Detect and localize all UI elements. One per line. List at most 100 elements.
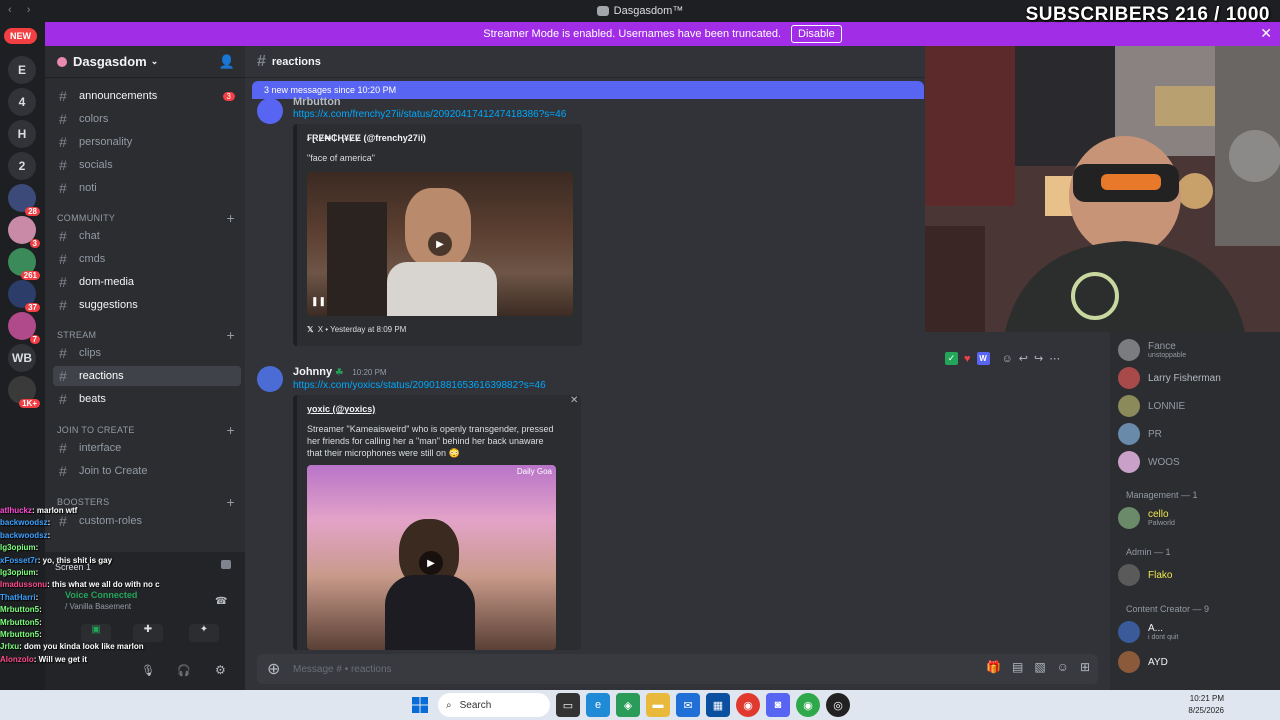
- apps-icon[interactable]: ⊞: [1080, 660, 1090, 674]
- member-item[interactable]: Fance unstoppable: [1118, 338, 1278, 362]
- close-embed-icon[interactable]: ✕: [570, 395, 578, 406]
- channel-item[interactable]: # announcements 3: [53, 86, 241, 106]
- video-player[interactable]: ▶ ❚❚: [307, 172, 573, 316]
- server-icon[interactable]: 7: [8, 312, 40, 344]
- chrome-alt-icon[interactable]: ◉: [796, 693, 820, 717]
- add-channel-icon[interactable]: +: [227, 422, 235, 438]
- server-label: WB: [12, 351, 32, 365]
- popout-icon[interactable]: [221, 560, 231, 569]
- video-player[interactable]: Daily Goa ▶: [307, 465, 556, 650]
- message-link[interactable]: https://x.com/yoxics/status/209018816536…: [293, 380, 546, 391]
- play-icon[interactable]: ▶: [428, 232, 452, 256]
- member-item[interactable]: A... i dont quit: [1118, 620, 1278, 644]
- server-icon[interactable]: 2: [8, 152, 36, 180]
- windows-start-icon[interactable]: [408, 693, 432, 717]
- add-attachment-icon[interactable]: ⊕: [267, 659, 280, 679]
- file-explorer-icon[interactable]: ▬: [646, 693, 670, 717]
- server-icon[interactable]: 28: [8, 184, 40, 216]
- system-clock[interactable]: 10:21 PM 8/25/2026: [1188, 693, 1224, 717]
- discord-taskbar-icon[interactable]: ◙: [766, 693, 790, 717]
- message-author[interactable]: Johnny: [293, 366, 332, 378]
- pause-icon[interactable]: ❚❚: [311, 296, 326, 307]
- disable-button[interactable]: Disable: [791, 25, 842, 43]
- channel-item[interactable]: # colors: [53, 109, 241, 129]
- channel-item[interactable]: # Join to Create: [53, 461, 241, 481]
- member-item[interactable]: Larry Fisherman: [1118, 366, 1278, 390]
- soundboard-icon[interactable]: ✦: [189, 624, 219, 642]
- channel-item[interactable]: # reactions: [53, 366, 241, 386]
- member-name: Larry Fisherman: [1148, 372, 1221, 384]
- server-icon[interactable]: H: [8, 120, 36, 148]
- channel-item[interactable]: # personality: [53, 132, 241, 152]
- x-logo-icon: 𝕏: [307, 325, 314, 334]
- embed-author[interactable]: yoxic (@yoxics): [307, 404, 375, 414]
- server-icon[interactable]: 261: [8, 248, 40, 280]
- embed-author[interactable]: ₣ⱤɆ₦₵Ⱨ¥ɆɆ (@frenchy27ii): [307, 133, 426, 143]
- channel-category[interactable]: COMMUNITY +: [57, 210, 237, 226]
- add-reaction-icon[interactable]: ☺: [1002, 353, 1013, 365]
- member-text: Flako: [1148, 570, 1172, 581]
- server-icon[interactable]: 3: [8, 216, 40, 248]
- add-channel-icon[interactable]: +: [227, 494, 235, 510]
- member-item[interactable]: AYD: [1118, 650, 1278, 674]
- add-channel-icon[interactable]: +: [227, 210, 235, 226]
- server-icon[interactable]: WB: [8, 344, 36, 372]
- channel-item[interactable]: # cmds: [53, 249, 241, 269]
- avatar[interactable]: [257, 98, 283, 124]
- task-view-icon[interactable]: ▭: [556, 693, 580, 717]
- gif-icon[interactable]: ▤: [1012, 660, 1023, 674]
- emoji-icon[interactable]: ☺: [1057, 660, 1069, 674]
- channel-item[interactable]: # clips: [53, 343, 241, 363]
- add-member-icon[interactable]: 👤: [219, 54, 235, 70]
- server-icon[interactable]: E: [8, 56, 36, 84]
- member-item[interactable]: cello Palworld: [1118, 506, 1278, 530]
- channel-item[interactable]: # noti: [53, 178, 241, 198]
- channel-category[interactable]: STREAM +: [57, 327, 237, 343]
- forward-icon[interactable]: ↪: [1034, 352, 1043, 365]
- channel-item[interactable]: # chat: [53, 226, 241, 246]
- w-emoji-icon[interactable]: W: [976, 352, 990, 365]
- mail-icon[interactable]: ✉: [676, 693, 700, 717]
- reply-icon[interactable]: ↩: [1019, 352, 1028, 365]
- sticker-icon[interactable]: ▧: [1034, 660, 1045, 674]
- channel-item[interactable]: # beats: [53, 389, 241, 409]
- close-icon[interactable]: ✕: [1260, 25, 1272, 42]
- server-icon[interactable]: 1K+: [8, 376, 40, 408]
- member-item[interactable]: LONNIE: [1118, 394, 1278, 418]
- avatar[interactable]: [257, 366, 283, 392]
- member-name: AYD: [1148, 656, 1168, 668]
- store-icon[interactable]: ▦: [706, 693, 730, 717]
- heart-emoji-icon[interactable]: ♥: [964, 353, 971, 365]
- channel-category[interactable]: JOIN TO CREATE +: [57, 422, 237, 438]
- channel-item[interactable]: # suggestions: [53, 295, 241, 315]
- new-messages-bar[interactable]: 3 new messages since 10:20 PM: [252, 81, 924, 99]
- taskbar-search[interactable]: ⌕ Search: [438, 693, 550, 717]
- chrome-icon[interactable]: ◉: [736, 693, 760, 717]
- add-channel-icon[interactable]: +: [227, 327, 235, 343]
- more-icon[interactable]: ⋯: [1049, 352, 1060, 365]
- channel-item[interactable]: # interface: [53, 438, 241, 458]
- gallery-icon[interactable]: ◈: [616, 693, 640, 717]
- disconnect-icon[interactable]: ☎: [215, 596, 227, 607]
- message-link[interactable]: https://x.com/frenchy27ii/status/2092041…: [293, 109, 566, 120]
- gear-icon[interactable]: ⚙: [215, 663, 226, 677]
- message-input[interactable]: ⊕ Message # • reactions 🎁 ▤ ▧ ☺ ⊞: [257, 654, 1098, 684]
- nav-arrows[interactable]: ‹ ›: [8, 4, 36, 16]
- check-emoji-icon[interactable]: ✓: [945, 352, 958, 365]
- headphones-icon[interactable]: 🎧: [177, 664, 191, 677]
- member-item[interactable]: PR: [1118, 422, 1278, 446]
- message-author[interactable]: Mrbutton: [293, 96, 341, 108]
- server-icon[interactable]: 4: [8, 88, 36, 116]
- channel-item[interactable]: # socials: [53, 155, 241, 175]
- member-item[interactable]: Flako: [1118, 563, 1278, 587]
- channel-item[interactable]: # dom-media: [53, 272, 241, 292]
- member-item[interactable]: WOOS: [1118, 450, 1278, 474]
- server-icon[interactable]: 37: [8, 280, 40, 312]
- gift-icon[interactable]: 🎁: [986, 660, 1001, 674]
- server-header[interactable]: Dasgasdom ⌄ 👤: [45, 46, 245, 78]
- edge-icon[interactable]: e: [586, 693, 610, 717]
- avatar: [1118, 451, 1140, 473]
- play-icon[interactable]: ▶: [419, 551, 443, 575]
- new-badge[interactable]: NEW: [4, 28, 37, 44]
- obs-icon[interactable]: ◎: [826, 693, 850, 717]
